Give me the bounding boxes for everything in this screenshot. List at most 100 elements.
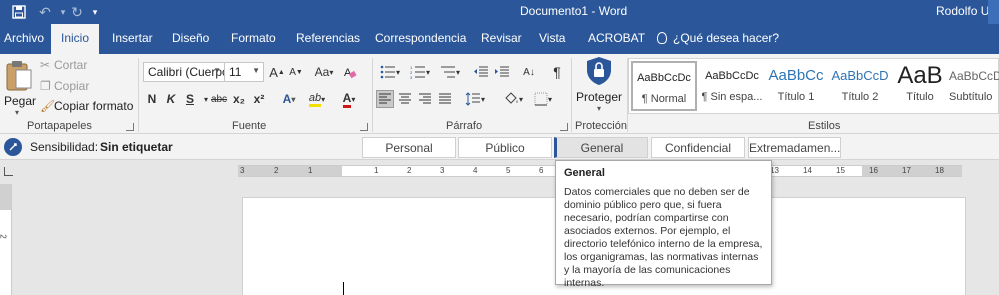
- style-title[interactable]: AaB Título: [887, 61, 953, 111]
- shrink-font-button[interactable]: A ▼: [287, 63, 305, 81]
- undo-icon[interactable]: ↶: [36, 3, 54, 21]
- borders-button[interactable]: ▾: [530, 90, 556, 108]
- paste-button[interactable]: Pegar ▾: [2, 58, 36, 117]
- ruler-number: 14: [803, 166, 812, 175]
- sensitivity-option-extremadamente[interactable]: Extremadamen...: [748, 137, 841, 158]
- ruler-number: 1: [374, 166, 379, 175]
- ruler-number: 3: [440, 166, 445, 175]
- ruler-number: 5: [506, 166, 511, 175]
- protect-button[interactable]: Proteger ▾: [574, 56, 624, 116]
- chevron-down-icon: ▾: [15, 108, 20, 117]
- ribbon-tabs: Archivo Inicio Insertar Diseño Formato R…: [0, 24, 999, 54]
- tab-correspondencia[interactable]: Correspondencia: [375, 24, 466, 54]
- tooltip-title: General: [564, 167, 605, 179]
- style-heading-1[interactable]: AaBbCc Título 1: [763, 61, 829, 111]
- tab-insertar[interactable]: Insertar: [112, 24, 153, 54]
- save-icon[interactable]: [10, 3, 28, 21]
- show-formatting-marks-button[interactable]: ¶: [548, 63, 566, 81]
- bold-button[interactable]: N: [143, 90, 161, 108]
- align-right-icon[interactable]: [416, 90, 434, 108]
- justify-icon[interactable]: [436, 90, 454, 108]
- paint-bucket-icon: [505, 92, 518, 104]
- superscript-button[interactable]: x²: [250, 90, 268, 108]
- font-size-value: 11: [229, 65, 242, 79]
- tab-acrobat[interactable]: ACROBAT: [588, 24, 645, 54]
- tell-me-search[interactable]: ¿Qué desea hacer?: [657, 24, 779, 54]
- increase-indent-icon[interactable]: [493, 63, 511, 81]
- tab-diseno[interactable]: Diseño: [172, 24, 209, 54]
- ruler-number: 6: [539, 166, 544, 175]
- font-group-label: Fuente: [232, 120, 267, 132]
- decrease-indent-icon[interactable]: [472, 63, 490, 81]
- align-center-icon[interactable]: [396, 90, 414, 108]
- ruler-top-margin: [0, 184, 11, 210]
- tooltip-body: Datos comerciales que no deben ser de do…: [564, 186, 763, 289]
- style-sample: AaB: [897, 62, 943, 89]
- style-heading-2[interactable]: AaBbCcD Título 2: [827, 61, 893, 111]
- sort-icon[interactable]: A↓: [520, 63, 538, 81]
- subscript-button[interactable]: x₂: [230, 90, 248, 108]
- clipboard-dialog-launcher-icon[interactable]: [126, 123, 134, 131]
- tab-inicio[interactable]: Inicio: [51, 24, 100, 54]
- highlight-button[interactable]: ab ▾: [306, 90, 328, 108]
- tab-selector-icon[interactable]: [4, 167, 13, 176]
- grow-font-button[interactable]: A ▲: [268, 63, 286, 81]
- clear-formatting-icon[interactable]: A: [341, 63, 359, 81]
- bullets-button[interactable]: ▾: [377, 63, 403, 81]
- ribbon-display-options-icon[interactable]: [988, 0, 999, 24]
- protect-label: Proteger: [575, 90, 623, 104]
- tab-referencias[interactable]: Referencias: [296, 24, 360, 54]
- grow-font-icon: A: [269, 64, 278, 80]
- change-case-button[interactable]: Aa ▾: [310, 63, 338, 81]
- style-subtitle[interactable]: AaBbCcD Subtítulo: [949, 61, 999, 111]
- font-color-button[interactable]: A ▾: [338, 90, 360, 108]
- styles-group-label: Estilos: [808, 120, 841, 132]
- copy-button[interactable]: ❐ Copiar: [40, 79, 89, 93]
- tab-archivo[interactable]: Archivo: [4, 24, 44, 54]
- style-sample: AaBbCcD: [949, 69, 999, 83]
- line-spacing-button[interactable]: ▾: [462, 90, 488, 108]
- style-sample: AaBbCcD: [831, 68, 889, 83]
- sensitivity-option-personal[interactable]: Personal: [362, 137, 456, 158]
- sensitivity-option-publico[interactable]: Público: [458, 137, 552, 158]
- font-size-combo[interactable]: 11 ▼: [224, 62, 264, 82]
- sensitivity-option-confidencial[interactable]: Confidencial: [651, 137, 745, 158]
- vertical-ruler[interactable]: 2: [0, 184, 12, 295]
- tab-revisar[interactable]: Revisar: [481, 24, 522, 54]
- paragraph-dialog-launcher-icon[interactable]: [560, 123, 568, 131]
- multilevel-list-button[interactable]: ▾: [437, 63, 463, 81]
- style-name: Subtítulo: [949, 91, 993, 103]
- shield-icon: [587, 57, 611, 85]
- style-name: Título 2: [841, 91, 879, 103]
- copy-icon: ❐: [40, 79, 51, 93]
- sensitivity-bar: Sensibilidad: Sin etiquetar Personal Púb…: [0, 134, 999, 160]
- clipboard-group-label: Portapapeles: [27, 120, 92, 132]
- document-area: 3 2 1 1 2 3 4 5 6 7 8 9 10 11 12 13 14 1…: [0, 160, 999, 295]
- text-effects-button[interactable]: A ▾: [280, 90, 298, 108]
- style-normal[interactable]: AaBbCcDc ¶ Normal: [631, 61, 697, 111]
- paintbrush-icon: 🖌: [40, 99, 56, 113]
- format-painter-button[interactable]: 🖌Copiar formato: [40, 99, 133, 113]
- strikethrough-button[interactable]: abc: [210, 90, 228, 108]
- sensitivity-label: Sensibilidad:: [30, 140, 99, 154]
- cut-button[interactable]: ✂ Cortar: [40, 58, 87, 72]
- align-left-icon[interactable]: [376, 90, 394, 108]
- redo-icon[interactable]: ↻: [68, 3, 86, 21]
- sensitivity-option-general[interactable]: General: [554, 137, 648, 158]
- ruler-number: 2: [407, 166, 412, 175]
- tab-vista[interactable]: Vista: [539, 24, 565, 54]
- style-sample: AaBbCc: [768, 67, 824, 84]
- numbering-button[interactable]: 1 2 3 ▾: [407, 63, 433, 81]
- ruler-number: 16: [869, 166, 878, 175]
- tab-formato[interactable]: Formato: [231, 24, 276, 54]
- title-bar: ↶ ▾ ↻ ▾ Documento1 - Word Rodolfo Uma: [0, 0, 999, 24]
- italic-button[interactable]: K: [162, 90, 180, 108]
- style-no-spacing[interactable]: AaBbCcDc ¶ Sin espa...: [699, 61, 765, 111]
- font-dialog-launcher-icon[interactable]: [360, 123, 368, 131]
- change-case-icon: Aa: [314, 65, 330, 79]
- borders-icon: [534, 92, 548, 106]
- customize-toolbar-icon[interactable]: ▾: [86, 3, 104, 21]
- shading-button[interactable]: ▾: [500, 90, 526, 108]
- font-name-combo[interactable]: Calibri (Cuerpo ▼: [143, 62, 225, 82]
- ruler-left-margin: [238, 166, 342, 176]
